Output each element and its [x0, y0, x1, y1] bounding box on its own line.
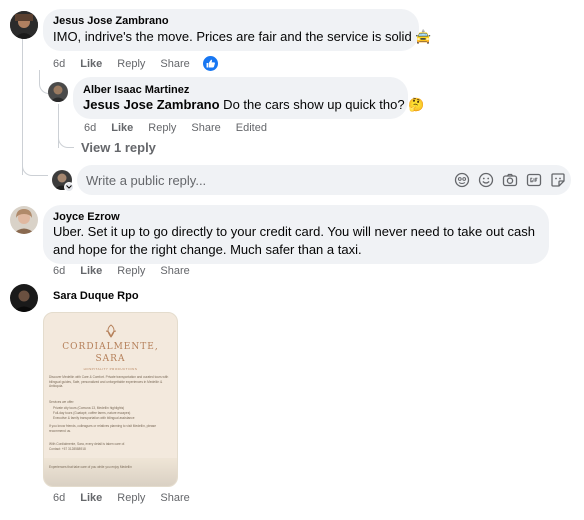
- image-footer-band: [44, 458, 177, 486]
- image-title-name: SARA: [95, 354, 126, 364]
- like-reaction-icon[interactable]: [202, 56, 218, 71]
- emoji-icon[interactable]: [478, 172, 494, 188]
- comment-author[interactable]: Jesus Jose Zambrano: [53, 15, 169, 27]
- like-button[interactable]: Like: [80, 265, 102, 277]
- thread-line-main-curve: [22, 160, 48, 176]
- avatar[interactable]: [10, 284, 38, 312]
- comment-actions: 6d Like Reply Share: [53, 56, 233, 71]
- reply-actions: 6d Like Reply Share Edited: [84, 122, 282, 134]
- comment-bubble: Joyce Ezrow Uber. Set it up to go direct…: [43, 205, 549, 264]
- avatar[interactable]: [48, 82, 68, 102]
- avatar[interactable]: [10, 206, 38, 234]
- comment-time[interactable]: 6d: [53, 58, 65, 70]
- edited-label: Edited: [235, 122, 267, 134]
- comment-actions: 6d Like Reply Share: [53, 492, 205, 504]
- like-button[interactable]: Like: [80, 492, 102, 504]
- mention-link[interactable]: Jesus Jose Zambrano: [83, 97, 220, 112]
- reply-composer: [77, 165, 571, 195]
- reply-input[interactable]: [86, 170, 446, 190]
- attached-image[interactable]: CORDIALMENTE, SARA HOSPITALITY PRODUCTIO…: [43, 312, 178, 487]
- comment-author[interactable]: Sara Duque Rpo: [53, 290, 139, 302]
- image-offer-heading: Services we offer:: [49, 400, 75, 404]
- avatar-chevron-icon[interactable]: [64, 182, 74, 192]
- image-referral: If you know friends, colleagues or relat…: [49, 424, 157, 433]
- like-button[interactable]: Like: [80, 58, 102, 70]
- reply-button[interactable]: Reply: [148, 122, 176, 134]
- image-contact: Contact: +57 3128588918: [49, 447, 86, 451]
- comment-time[interactable]: 6d: [53, 492, 65, 504]
- image-offer: Full-day tours (Guatapé, coffee farms, n…: [53, 411, 131, 415]
- logo-icon: [105, 324, 117, 338]
- gif-icon[interactable]: [526, 172, 542, 188]
- comment-actions: 6d Like Reply Share: [53, 265, 205, 277]
- reply-button[interactable]: Reply: [117, 265, 145, 277]
- comment-text: IMO, indrive's the move. Prices are fair…: [53, 29, 432, 44]
- image-offer: Executive & family transportation with b…: [53, 416, 135, 420]
- reply-author[interactable]: Alber Isaac Martinez: [83, 84, 189, 96]
- view-replies-link[interactable]: View 1 reply: [81, 140, 156, 155]
- reply-text: Jesus Jose Zambrano Do the cars show up …: [83, 96, 424, 114]
- thread-line-main: [22, 38, 23, 175]
- avatar-sticker-icon[interactable]: [454, 172, 470, 188]
- image-subtitle: HOSPITALITY PRODUCTIONS: [83, 367, 138, 371]
- like-button[interactable]: Like: [111, 122, 133, 134]
- camera-icon[interactable]: [502, 172, 518, 188]
- comment-text: Uber. Set it up to go directly to your c…: [53, 224, 535, 257]
- share-button[interactable]: Share: [160, 492, 189, 504]
- share-button[interactable]: Share: [191, 122, 220, 134]
- image-intro: Discover Medellín with Care & Comfort. P…: [49, 375, 169, 389]
- comment-bubble: Jesus Jose Zambrano IMO, indrive's the m…: [43, 9, 431, 51]
- share-button[interactable]: Share: [160, 265, 189, 277]
- comment-time[interactable]: 6d: [53, 265, 65, 277]
- reply-button[interactable]: Reply: [117, 58, 145, 70]
- share-button[interactable]: Share: [160, 58, 189, 70]
- reply-time[interactable]: 6d: [84, 122, 96, 134]
- reply-bubble: Alber Isaac Martinez Jesus Jose Zambrano…: [73, 77, 424, 119]
- comment-author[interactable]: Joyce Ezrow: [53, 211, 120, 223]
- reply-body: Do the cars show up quick tho? 🤔: [219, 97, 425, 112]
- avatar[interactable]: [10, 11, 38, 39]
- reply-button[interactable]: Reply: [117, 492, 145, 504]
- thread-line-nested-curve: [58, 132, 74, 148]
- image-signoff: With Cordialmente, Sara, every detail is…: [49, 442, 126, 446]
- image-offer: Private city tours (Comuna 13, Medellín …: [53, 406, 125, 410]
- image-title: CORDIALMENTE,: [62, 342, 159, 352]
- sticker-icon[interactable]: [550, 172, 566, 188]
- image-footer: Experiences that take care of you while …: [49, 465, 132, 469]
